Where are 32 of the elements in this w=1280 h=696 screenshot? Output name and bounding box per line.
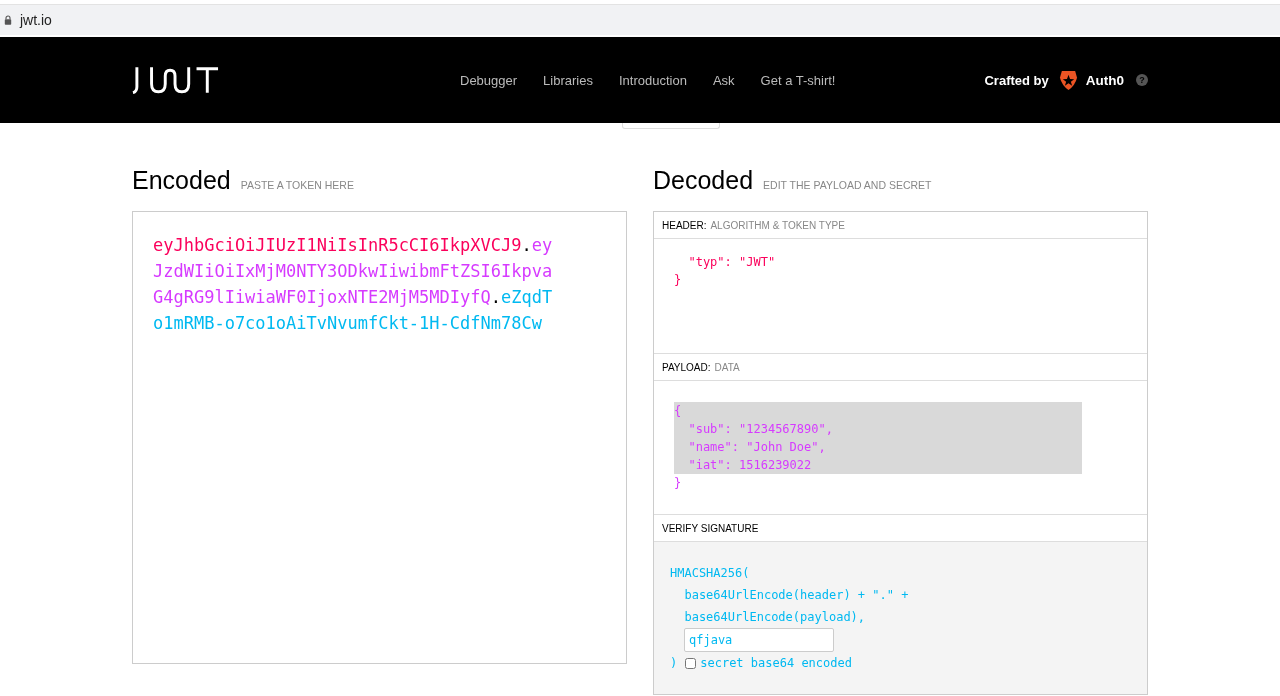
- nav-link[interactable]: Debugger: [460, 72, 518, 88]
- base64-checkbox[interactable]: [685, 657, 697, 669]
- code-line: base64UrlEncode(header) + "." +: [683, 587, 909, 604]
- shield-star-icon[interactable]: [1058, 69, 1078, 91]
- nav-link[interactable]: Ask: [712, 72, 735, 88]
- panel-sublabel: ALGORITHM & TOKEN TYPE: [710, 219, 845, 231]
- nav-link[interactable]: Get a T-shirt!: [760, 72, 836, 88]
- token-editor[interactable]: eyJhbGciOiJIUzI1NiIsInR5cCI6IkpXVCJ9.ey JzdWIiOiIxMjM0NTY3ODkwIiwibmFtZSI6Ikpva G4gRG9lIiwiaWF0IjoxNTE2MjM5MDIyfQ.eZqdT o1mRMB-o7co1oAiTvNvumfCkt-1H-CdfNm78Cw: [132, 211, 627, 664]
- jwt-logo-icon[interactable]: [132, 66, 220, 94]
- section-title: Decoded: [653, 168, 754, 193]
- section-subtitle: PASTE A TOKEN HERE: [240, 179, 354, 191]
- panel-label: HEADER:: [662, 219, 707, 231]
- token-line: G4gRG9lIiwiaWF0IjoxNTE2MjM5MDIyfQ.eZqdT: [153, 286, 553, 309]
- panel-label: PAYLOAD:: [662, 361, 711, 373]
- code-line: "typ": "JWT": [687, 254, 776, 271]
- code-line: }: [674, 475, 682, 492]
- address-bar[interactable]: jwt.io: [0, 4, 1280, 35]
- crafted-by-label: Crafted by: [984, 72, 1049, 88]
- token-line: JzdWIiOiIxMjM0NTY3ODkwIiwibmFtZSI6Ikpva: [153, 260, 553, 283]
- panel-label: VERIFY SIGNATURE: [662, 522, 759, 534]
- code-line: ): [670, 655, 678, 672]
- code-line: HMACSHA256(: [670, 565, 750, 582]
- code-line: }: [674, 272, 682, 289]
- code-line: base64UrlEncode(payload),: [683, 609, 866, 626]
- panel-sublabel: DATA: [714, 361, 740, 373]
- section-title: Encoded: [132, 168, 231, 193]
- token-line: eyJhbGciOiJIUzI1NiIsInR5cCI6IkpXVCJ9.ey: [153, 234, 553, 257]
- nav-link[interactable]: Introduction: [618, 72, 687, 88]
- token-line: o1mRMB-o7co1oAiTvNvumfCkt-1H-CdfNm78Cw: [153, 312, 542, 335]
- section-subtitle: EDIT THE PAYLOAD AND SECRET: [763, 179, 932, 191]
- brand-name[interactable]: Auth0: [1085, 72, 1124, 88]
- nav-link[interactable]: Libraries: [543, 72, 593, 88]
